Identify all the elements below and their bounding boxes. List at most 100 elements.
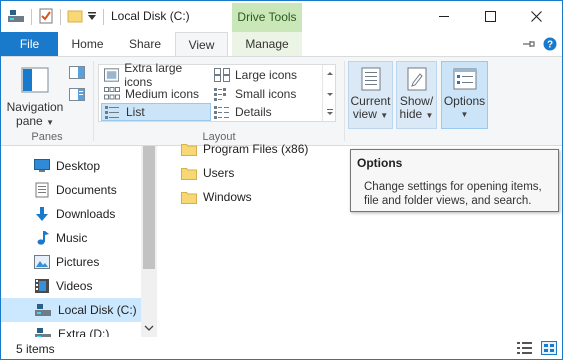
scroll-down-icon[interactable] [327,93,333,96]
options-button[interactable]: Options ▼ [441,61,488,129]
ribbon-view: Navigation pane ▼ Panes Extra large icon… [1,56,562,146]
navigation-pane-label: Navigation [6,100,64,114]
pictures-icon [34,255,50,269]
item-count: 5 items [16,342,55,356]
nav-pane-scroll-thumb[interactable] [143,146,155,269]
navigation-pane: Desktop Documents Downloads Music Pictures Vi… [1,146,157,341]
large-icons-view-toggle-icon[interactable] [541,341,557,355]
layout-small-icons[interactable]: Small icons [211,85,321,103]
tab-home[interactable]: Home [60,32,115,56]
quick-access-toolbar [7,7,106,27]
navigation-pane-label-2: pane [16,114,43,128]
layout-list[interactable]: List [101,103,211,121]
dropdown-caret-icon: ▼ [425,111,434,120]
layout-details[interactable]: Details [211,103,321,121]
drive-icon[interactable] [7,8,25,27]
file-item[interactable]: Windows [181,186,252,208]
desktop-icon [34,159,50,173]
qat-dropdown-icon[interactable] [87,10,97,24]
folder-icon [181,142,197,156]
tab-share[interactable]: Share [119,32,171,56]
help-icon[interactable]: ? [543,37,557,54]
navigation-pane-icon [21,67,49,93]
nav-item-label: Desktop [56,159,101,173]
preview-pane-icon[interactable] [69,65,85,81]
nav-item[interactable]: Videos [1,274,141,298]
tooltip-description: Change settings for opening items, file … [364,181,542,207]
svg-text:?: ? [547,40,553,51]
nav-item[interactable]: Documents [1,178,141,202]
medium-icons-icon [104,87,120,100]
tab-manage[interactable]: Manage [232,32,302,56]
nav-item[interactable]: Downloads [1,202,141,226]
tooltip-title: Options [357,156,403,170]
qat-separator [31,9,32,25]
show-hide-label-2: hide [399,107,423,121]
pin-ribbon-icon[interactable] [522,37,536,54]
nav-item-label: Local Disk (C:) [58,303,137,317]
ribbon-tabs: File Home Share View Manage ? [1,32,562,57]
options-tooltip: Options Change settings for opening item… [350,149,559,212]
expand-gallery-icon[interactable] [327,112,333,115]
details-icon [214,106,229,119]
documents-icon [34,182,50,198]
videos-icon [34,278,50,294]
nav-item[interactable]: Desktop [1,154,141,178]
nav-item-label: Documents [56,183,117,197]
extra-large-icons-icon [104,68,120,82]
dropdown-caret-icon: ▼ [460,110,469,119]
window-title: Local Disk (C:) [111,9,190,23]
nav-item-label: Videos [56,279,93,293]
show-hide-icon [407,67,426,91]
nav-item-label: Music [56,231,88,245]
maximize-button[interactable] [467,1,513,32]
explorer-window: Local Disk (C:) Drive Tools File Home Sh… [0,0,563,360]
qat-separator [60,9,61,25]
dropdown-caret-icon: ▼ [380,111,389,120]
scroll-down-icon[interactable] [141,323,157,335]
nav-item-label: Downloads [56,207,116,221]
file-name: Windows [203,190,252,204]
show-hide-button[interactable]: Show/ hide ▼ [396,61,437,129]
minimize-button[interactable] [421,1,467,32]
close-icon [530,11,542,22]
downloads-icon [34,206,50,222]
close-button[interactable] [513,1,559,32]
new-folder-icon[interactable] [67,8,83,27]
nav-item[interactable]: Local Disk (C:) [1,298,141,322]
layout-large-icons[interactable]: Large icons [211,66,321,84]
layout-gallery-scroller [322,65,336,121]
nav-item[interactable]: Pictures [1,250,141,274]
layout-gallery: Extra large icons Large icons Medium ico… [98,61,336,122]
navigation-pane-button[interactable]: Navigation pane ▼ [5,65,65,128]
layout-medium-icons[interactable]: Medium icons [101,85,209,103]
details-pane-icon[interactable] [69,87,85,103]
tab-view[interactable]: View [175,32,228,57]
minimize-icon [438,16,449,17]
tab-file[interactable]: File [1,32,58,56]
large-icons-icon [214,68,230,82]
file-item[interactable]: Program Files (x86) [181,138,308,160]
current-view-button[interactable]: Current view ▼ [348,61,393,129]
file-item[interactable]: Users [181,162,234,184]
ribbon-separator [344,61,345,141]
current-view-label-2: view [352,107,377,121]
scroll-up-icon[interactable] [327,72,333,75]
nav-item-label: Pictures [56,255,100,269]
layout-large-label: Large icons [235,68,298,82]
nav-item[interactable]: Music [1,226,141,250]
folder-icon [181,190,197,204]
nav-pane-scrollbar[interactable] [141,146,157,337]
ribbon-separator [93,61,94,141]
file-name: Program Files (x86) [203,142,309,156]
drive-tools-context-label: Drive Tools [232,3,302,32]
list-icon [105,106,119,119]
qat-separator [103,9,104,25]
properties-icon[interactable] [38,8,54,27]
music-icon [34,230,50,246]
options-label: Options [443,94,486,108]
details-view-toggle-icon[interactable] [517,341,533,355]
layout-extra-large-icons[interactable]: Extra large icons [101,61,209,89]
small-icons-icon [214,88,226,101]
file-name: Users [203,166,235,180]
